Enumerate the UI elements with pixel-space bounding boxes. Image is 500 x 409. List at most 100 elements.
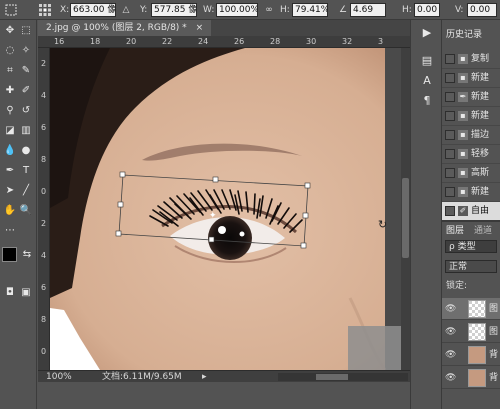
history-checkbox[interactable] (445, 54, 455, 64)
history-item-selected[interactable]: ✐ 自由 (442, 202, 500, 221)
hskew-field[interactable]: 0.00 (414, 3, 440, 17)
eye-icon[interactable]: 👁 (445, 373, 456, 383)
history-item[interactable]: ▪ 描边 (442, 126, 500, 145)
tab-channels[interactable]: 通道 (474, 225, 492, 237)
history-panel-title[interactable]: 历史记录 (442, 28, 482, 42)
history-checkbox[interactable] (445, 92, 455, 102)
crop-tool-icon[interactable]: ⌗ (3, 64, 17, 77)
triangle-icon[interactable]: △ (121, 3, 131, 17)
angle-icon: ∠ (338, 5, 348, 15)
reference-point-icon[interactable] (38, 3, 54, 17)
history-checkbox[interactable] (445, 130, 455, 140)
character-icon[interactable]: A (420, 74, 434, 88)
history-item-label: 新建 (471, 111, 490, 121)
blend-mode-select[interactable]: 正常 (445, 260, 497, 273)
document-tab[interactable]: 2.jpg @ 100% (图层 2, RGB/8) * × (38, 20, 212, 36)
zoom-tool-icon[interactable]: 🔍 (19, 204, 33, 217)
history-brush-tool-icon[interactable]: ↺ (19, 104, 33, 117)
dodge-tool-icon[interactable]: ● (19, 144, 33, 157)
ruler-tick: 6 (41, 283, 47, 292)
status-bar: 100% 文档:6.11M/9.65M ▸ (38, 370, 410, 382)
shape-tool-icon[interactable]: ╱ (19, 184, 33, 197)
paragraph-icon[interactable]: ¶ (420, 94, 434, 108)
ruler-tick: 6 (41, 123, 47, 132)
gradient-tool-icon[interactable]: ▥ (19, 124, 33, 137)
y-field[interactable]: 577.85 像素 (151, 3, 197, 17)
history-item[interactable]: ▪ 复制 (442, 50, 500, 69)
pen-tool-icon[interactable]: ✒ (3, 164, 17, 177)
layer-name: 图 (489, 304, 499, 314)
vertical-scrollbar[interactable] (401, 48, 410, 370)
eye-icon[interactable]: 👁 (445, 327, 456, 337)
play-icon[interactable]: ▶ (420, 26, 434, 40)
layer-row[interactable]: 👁 背 (442, 344, 500, 366)
eye-icon[interactable]: 👁 (445, 304, 456, 314)
ruler-tick: 22 (162, 37, 173, 46)
angle-field[interactable]: 4.69 (350, 3, 386, 17)
layer-row[interactable]: 👁 背 (442, 367, 500, 389)
history-checkbox[interactable] (445, 111, 455, 121)
history-item-label: 新建 (471, 187, 490, 197)
close-icon[interactable]: × (196, 23, 204, 33)
history-item-label: 复制 (471, 54, 490, 64)
layer-row[interactable]: 👁 图 (442, 321, 500, 343)
magic-wand-tool-icon[interactable]: ✧ (19, 44, 33, 57)
tab-layers[interactable]: 图层 (446, 225, 464, 237)
brush-tool-icon[interactable]: ✐ (19, 84, 33, 97)
horizontal-ruler: 16 18 20 22 24 26 28 30 32 3 (38, 36, 410, 48)
screen-mode-icon[interactable]: ▣ (19, 286, 33, 299)
extra-tools-icon[interactable]: ⋯ (3, 224, 17, 237)
link-icon[interactable]: ∞ (263, 3, 275, 17)
layer-row[interactable]: 👁 图 (442, 298, 500, 320)
type-tool-icon[interactable]: T (19, 164, 33, 177)
transform-tool-icon[interactable] (4, 3, 20, 17)
vskew-field[interactable]: 0.00 (467, 3, 497, 17)
ruler-tick: 30 (306, 37, 317, 46)
healing-brush-tool-icon[interactable]: ✚ (3, 84, 17, 97)
history-item[interactable]: ▪ 新建 (442, 107, 500, 126)
eye-icon[interactable]: 👁 (445, 350, 456, 360)
status-menu-arrow-icon[interactable]: ▸ (202, 371, 207, 383)
clone-stamp-tool-icon[interactable]: ⚲ (3, 104, 17, 117)
blur-tool-icon[interactable]: 💧 (3, 144, 17, 157)
history-checkbox[interactable] (445, 187, 455, 197)
marquee-tool-icon[interactable]: ⬚ (19, 24, 33, 37)
ruler-tick: 4 (41, 251, 47, 260)
move-tool-icon[interactable]: ✥ (3, 24, 17, 37)
history-item[interactable]: ✒ 新建 (442, 88, 500, 107)
pen-icon: ✒ (458, 92, 468, 102)
document-canvas[interactable]: ✦ ↻ (50, 48, 401, 370)
ruler-tick: 3 (378, 37, 384, 46)
document-tab-bar: 2.jpg @ 100% (图层 2, RGB/8) * × (38, 20, 410, 36)
history-checkbox[interactable] (445, 73, 455, 83)
eyedropper-tool-icon[interactable]: ✎ (19, 64, 33, 77)
w-field[interactable]: 100.00% (216, 3, 258, 17)
lasso-tool-icon[interactable]: ◌ (3, 44, 17, 57)
history-item[interactable]: ▪ 轻移 (442, 145, 500, 164)
ruler-tick: 0 (41, 347, 47, 356)
foreground-color-swatch[interactable] (2, 247, 17, 262)
layer-filter-field[interactable]: ρ 类型 (445, 240, 497, 253)
path-selection-tool-icon[interactable]: ➤ (3, 184, 17, 197)
history-item-label: 轻移 (471, 149, 490, 159)
zoom-level[interactable]: 100% (46, 371, 72, 383)
history-item[interactable]: ▪ 新建 (442, 183, 500, 202)
document-info: 文档:6.11M/9.65M (102, 372, 182, 382)
hand-tool-icon[interactable]: ✋ (3, 204, 17, 217)
brush-preset-icon[interactable]: ▤ (420, 54, 434, 68)
horizontal-scrollbar[interactable] (278, 373, 408, 381)
quick-mask-icon[interactable]: ◘ (3, 286, 17, 299)
h-field[interactable]: 79.41% (292, 3, 328, 17)
history-checkbox[interactable] (445, 206, 455, 216)
layer-name: 图 (489, 327, 499, 337)
eraser-tool-icon[interactable]: ◪ (3, 124, 17, 137)
history-item[interactable]: ▪ 新建 (442, 69, 500, 88)
swap-colors-icon[interactable]: ⇆ (20, 248, 34, 261)
history-item[interactable]: ▪ 高斯 (442, 164, 500, 183)
history-checkbox[interactable] (445, 168, 455, 178)
ruler-tick: 26 (234, 37, 245, 46)
vertical-scroll-thumb[interactable] (402, 178, 409, 258)
horizontal-scroll-thumb[interactable] (316, 374, 348, 380)
x-field[interactable]: 663.00 像素 (70, 3, 116, 17)
history-checkbox[interactable] (445, 149, 455, 159)
